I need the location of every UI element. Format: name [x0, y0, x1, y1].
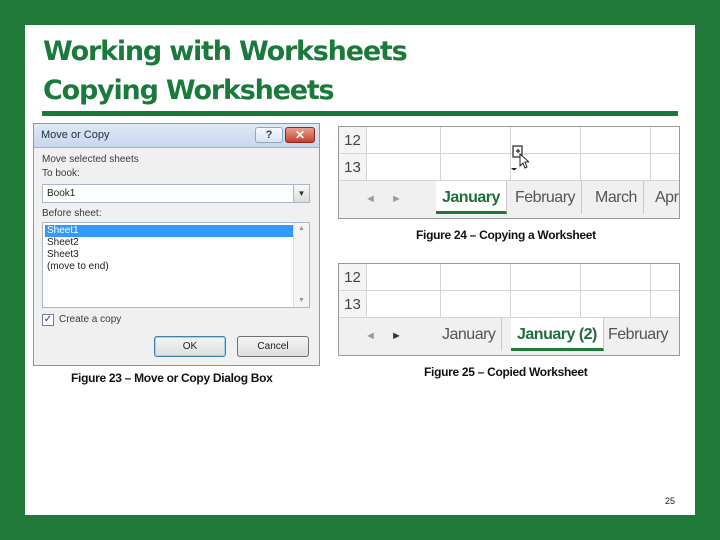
grid-column-line: [650, 264, 651, 318]
close-button[interactable]: ✕: [285, 127, 315, 143]
scroll-up-icon[interactable]: ▲: [294, 223, 309, 235]
row-header-12: 12: [339, 264, 367, 291]
slide-title-line1: Working with Worksheets: [43, 36, 408, 67]
create-copy-label: Create a copy: [59, 314, 122, 325]
slide-title-line2: Copying Worksheets: [43, 75, 335, 106]
dialog-titlebar: Move or Copy ? ✕: [34, 124, 319, 148]
grid-column-line: [580, 264, 581, 318]
grid-row: [367, 264, 679, 291]
page-number: 25: [665, 496, 676, 506]
before-sheet-list[interactable]: Sheet1 Sheet2 Sheet3 (move to end) ▲ ▼: [42, 222, 310, 308]
ok-button[interactable]: OK: [154, 336, 226, 357]
sheet-tab-bar: ◄ ► January January (2) February: [339, 318, 679, 355]
copy-cursor-icon: [511, 145, 529, 170]
to-book-value: Book1: [47, 188, 76, 199]
grid-row: [367, 291, 679, 318]
grid-column-line: [440, 264, 441, 318]
tab-march[interactable]: March: [589, 181, 644, 214]
tab-april[interactable]: Apr: [649, 181, 679, 214]
list-item-sheet2[interactable]: Sheet2: [45, 237, 293, 249]
help-button[interactable]: ?: [255, 127, 283, 143]
scroll-down-icon[interactable]: ▼: [294, 295, 309, 307]
sheet-tab-bar: ◄ ► January February March Apr: [339, 181, 679, 218]
move-selected-sheets-label: Move selected sheets: [42, 154, 139, 165]
figure-23-caption: Figure 23 – Move or Copy Dialog Box: [71, 371, 273, 385]
to-book-label: To book:: [42, 168, 80, 179]
dialog-title: Move or Copy: [41, 129, 110, 141]
create-copy-checkbox[interactable]: ✓: [42, 314, 54, 326]
grid-column-line: [440, 127, 441, 181]
figure-24-caption: Figure 24 – Copying a Worksheet: [416, 228, 596, 242]
grid-column-line: [650, 127, 651, 181]
title-divider: [42, 111, 678, 116]
tab-february[interactable]: February: [509, 181, 583, 214]
cancel-button[interactable]: Cancel: [237, 336, 309, 357]
to-book-select[interactable]: Book1 ▼: [42, 184, 310, 203]
row-header-12: 12: [339, 127, 367, 154]
tab-january[interactable]: January: [436, 318, 503, 351]
list-item-sheet1[interactable]: Sheet1: [45, 225, 293, 237]
row-header-13: 13: [339, 291, 367, 318]
chevron-down-icon[interactable]: ▼: [293, 185, 309, 202]
grid-column-line: [510, 264, 511, 318]
row-header-13: 13: [339, 154, 367, 181]
list-item-sheet3[interactable]: Sheet3: [45, 249, 293, 261]
slide: Working with Worksheets Copying Workshee…: [25, 25, 695, 515]
tab-january-2[interactable]: January (2): [511, 318, 604, 351]
tab-january[interactable]: January: [436, 181, 507, 214]
excel-copying-panel: 12 13 ◄ ► January February March Apr: [338, 126, 680, 219]
grid-column-line: [580, 127, 581, 181]
list-item-move-to-end[interactable]: (move to end): [45, 261, 293, 273]
tab-february[interactable]: February: [602, 318, 674, 351]
nav-prev-icon[interactable]: ◄: [365, 193, 376, 205]
slide-title: Working with Worksheets Copying Workshee…: [43, 32, 408, 110]
move-or-copy-dialog: Move or Copy ? ✕ Move selected sheets To…: [33, 123, 320, 366]
nav-next-icon[interactable]: ►: [391, 330, 402, 342]
nav-prev-icon[interactable]: ◄: [365, 330, 376, 342]
excel-copied-panel: 12 13 ◄ ► January January (2) February: [338, 263, 680, 356]
list-scrollbar[interactable]: ▲ ▼: [293, 223, 309, 307]
nav-next-icon[interactable]: ►: [391, 193, 402, 205]
before-sheet-label: Before sheet:: [42, 208, 102, 219]
figure-25-caption: Figure 25 – Copied Worksheet: [424, 365, 588, 379]
